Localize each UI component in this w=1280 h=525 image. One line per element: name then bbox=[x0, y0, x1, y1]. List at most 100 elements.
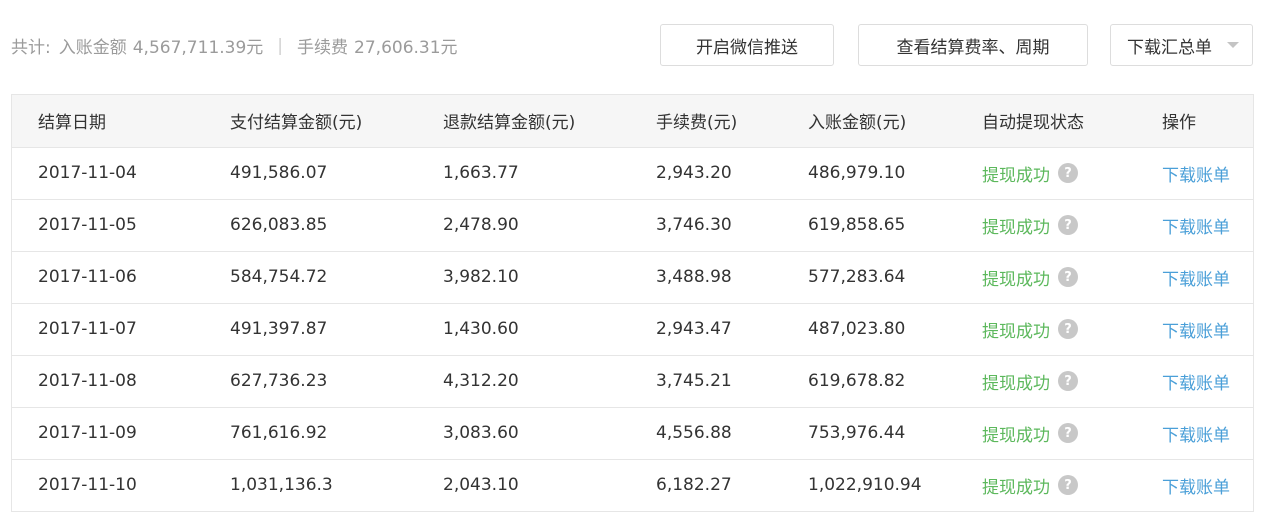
cell-status: 提现成功 ? bbox=[982, 251, 1162, 303]
download-bill-link[interactable]: 下载账单 bbox=[1162, 322, 1230, 342]
cell-fee: 3,488.98 bbox=[656, 267, 732, 287]
cell-income: 619,858.65 bbox=[808, 215, 906, 235]
status-text: 提现成功 bbox=[982, 217, 1050, 238]
question-circle-icon[interactable]: ? bbox=[1058, 215, 1078, 235]
cell-date: 2017-11-07 bbox=[38, 319, 137, 339]
summary-separator: | bbox=[277, 35, 284, 56]
question-circle-icon[interactable]: ? bbox=[1058, 371, 1078, 391]
cell-action: 下载账单 bbox=[1162, 251, 1253, 303]
question-circle-icon[interactable]: ? bbox=[1058, 319, 1078, 339]
cell-status: 提现成功 ? bbox=[982, 459, 1162, 511]
cell-status: 提现成功 ? bbox=[982, 147, 1162, 199]
view-rate-button[interactable]: 查看结算费率、周期 bbox=[858, 24, 1088, 66]
cell-fee: 3,745.21 bbox=[656, 371, 732, 391]
cell-refund-amount: 4,312.20 bbox=[443, 371, 519, 391]
table-row: 2017-11-08 627,736.23 4,312.20 3,745.21 … bbox=[12, 355, 1253, 407]
status-badge: 提现成功 ? bbox=[982, 213, 1078, 238]
cell-income: 486,979.10 bbox=[808, 163, 906, 183]
cell-income: 1,022,910.94 bbox=[808, 475, 922, 496]
summary-bar: 共计: 入账金额 4,567,711.39元 | 手续费 27,606.31元 bbox=[11, 33, 458, 59]
table-row: 2017-11-05 626,083.85 2,478.90 3,746.30 … bbox=[12, 199, 1253, 251]
table-row: 2017-11-09 761,616.92 3,083.60 4,556.88 … bbox=[12, 407, 1253, 459]
question-circle-icon[interactable]: ? bbox=[1058, 423, 1078, 443]
status-text: 提现成功 bbox=[982, 321, 1050, 342]
download-bill-link[interactable]: 下载账单 bbox=[1162, 218, 1230, 238]
cell-income: 619,678.82 bbox=[808, 371, 906, 391]
table-header-row: 结算日期 支付结算金额(元) 退款结算金额(元) 手续费(元) 入账金额(元) … bbox=[12, 95, 1253, 147]
status-badge: 提现成功 ? bbox=[982, 473, 1078, 498]
download-bill-link[interactable]: 下载账单 bbox=[1162, 166, 1230, 186]
cell-income: 753,976.44 bbox=[808, 423, 906, 443]
cell-date: 2017-11-10 bbox=[38, 475, 137, 496]
download-bill-link[interactable]: 下载账单 bbox=[1162, 374, 1230, 394]
status-badge: 提现成功 ? bbox=[982, 161, 1078, 186]
status-badge: 提现成功 ? bbox=[982, 369, 1078, 394]
cell-date: 2017-11-06 bbox=[38, 267, 137, 287]
cell-fee: 6,182.27 bbox=[656, 475, 732, 496]
wechat-push-label: 开启微信推送 bbox=[696, 37, 798, 58]
download-summary-label: 下载汇总单 bbox=[1127, 37, 1212, 58]
status-text: 提现成功 bbox=[982, 477, 1050, 498]
cell-date: 2017-11-04 bbox=[38, 163, 137, 183]
fee-label: 手续费 bbox=[297, 38, 349, 58]
cell-income: 577,283.64 bbox=[808, 267, 906, 287]
status-text: 提现成功 bbox=[982, 425, 1050, 446]
cell-action: 下载账单 bbox=[1162, 355, 1253, 407]
question-circle-icon[interactable]: ? bbox=[1058, 267, 1078, 287]
cell-pay-amount: 761,616.92 bbox=[230, 423, 328, 443]
cell-fee: 3,746.30 bbox=[656, 215, 732, 235]
cell-action: 下载账单 bbox=[1162, 303, 1253, 355]
cell-action: 下载账单 bbox=[1162, 407, 1253, 459]
status-text: 提现成功 bbox=[982, 269, 1050, 290]
income-total-value: 4,567,711.39元 bbox=[132, 38, 264, 58]
table-row: 2017-11-07 491,397.87 1,430.60 2,943.47 … bbox=[12, 303, 1253, 355]
cell-action: 下载账单 bbox=[1162, 459, 1253, 511]
cell-refund-amount: 2,478.90 bbox=[443, 215, 519, 235]
cell-pay-amount: 627,736.23 bbox=[230, 371, 328, 391]
question-circle-icon[interactable]: ? bbox=[1058, 475, 1078, 496]
cell-status: 提现成功 ? bbox=[982, 407, 1162, 459]
download-bill-link[interactable]: 下载账单 bbox=[1162, 426, 1230, 446]
download-summary-dropdown[interactable]: 下载汇总单 bbox=[1110, 24, 1253, 66]
top-bar: 共计: 入账金额 4,567,711.39元 | 手续费 27,606.31元 … bbox=[0, 0, 1280, 90]
cell-pay-amount: 584,754.72 bbox=[230, 267, 328, 287]
cell-refund-amount: 3,982.10 bbox=[443, 267, 519, 287]
cell-date: 2017-11-09 bbox=[38, 423, 137, 443]
table-row: 2017-11-04 491,586.07 1,663.77 2,943.20 … bbox=[12, 147, 1253, 199]
cell-pay-amount: 491,397.87 bbox=[230, 319, 328, 339]
cell-date: 2017-11-05 bbox=[38, 215, 137, 235]
cell-refund-amount: 1,663.77 bbox=[443, 163, 519, 183]
header-pay-amount: 支付结算金额(元) bbox=[230, 113, 363, 134]
header-income: 入账金额(元) bbox=[808, 113, 907, 134]
cell-refund-amount: 3,083.60 bbox=[443, 423, 519, 443]
header-action: 操作 bbox=[1162, 113, 1196, 134]
total-label: 共计: bbox=[11, 38, 51, 58]
settlement-table: 结算日期 支付结算金额(元) 退款结算金额(元) 手续费(元) 入账金额(元) … bbox=[11, 94, 1254, 512]
status-badge: 提现成功 ? bbox=[982, 421, 1078, 446]
cell-status: 提现成功 ? bbox=[982, 303, 1162, 355]
status-badge: 提现成功 ? bbox=[982, 265, 1078, 290]
question-circle-icon[interactable]: ? bbox=[1058, 163, 1078, 183]
cell-fee: 4,556.88 bbox=[656, 423, 732, 443]
header-auto-withdraw-status: 自动提现状态 bbox=[982, 113, 1084, 134]
cell-fee: 2,943.47 bbox=[656, 319, 732, 339]
cell-income: 487,023.80 bbox=[808, 319, 906, 339]
cell-action: 下载账单 bbox=[1162, 199, 1253, 251]
wechat-push-button[interactable]: 开启微信推送 bbox=[660, 24, 834, 66]
cell-fee: 2,943.20 bbox=[656, 163, 732, 183]
header-fee: 手续费(元) bbox=[656, 113, 738, 134]
download-bill-link[interactable]: 下载账单 bbox=[1162, 478, 1230, 498]
view-rate-label: 查看结算费率、周期 bbox=[896, 37, 1050, 58]
cell-pay-amount: 491,586.07 bbox=[230, 163, 328, 183]
fee-total-value: 27,606.31元 bbox=[354, 38, 458, 58]
cell-refund-amount: 2,043.10 bbox=[443, 475, 519, 496]
download-bill-link[interactable]: 下载账单 bbox=[1162, 270, 1230, 290]
income-label: 入账金额 bbox=[58, 38, 127, 58]
cell-status: 提现成功 ? bbox=[982, 355, 1162, 407]
status-badge: 提现成功 ? bbox=[982, 317, 1078, 342]
cell-action: 下载账单 bbox=[1162, 147, 1253, 199]
chevron-down-icon bbox=[1227, 42, 1239, 48]
cell-pay-amount: 1,031,136.3 bbox=[230, 475, 333, 496]
cell-date: 2017-11-08 bbox=[38, 371, 137, 391]
settlement-table-grid: 结算日期 支付结算金额(元) 退款结算金额(元) 手续费(元) 入账金额(元) … bbox=[12, 95, 1253, 511]
